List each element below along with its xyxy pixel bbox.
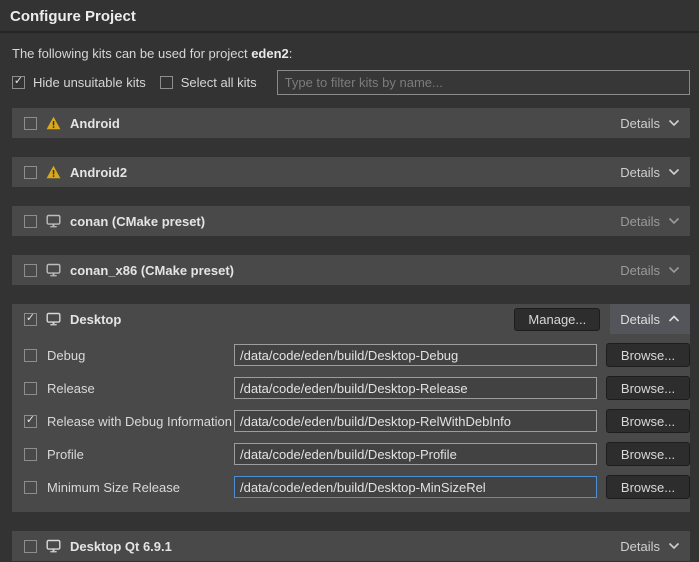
config-label: Profile [47, 447, 84, 462]
config-left: ✓ Release with Debug Information [24, 414, 234, 429]
intro-prefix: The following kits can be used for proje… [12, 46, 251, 61]
desktop-icon [46, 214, 61, 228]
kit-name: Android2 [70, 165, 127, 180]
build-dir-input-profile[interactable] [234, 443, 597, 465]
details-label: Details [620, 263, 660, 278]
config-row-release: Release Browse... [24, 376, 690, 400]
config-row-relwithdebinfo: ✓ Release with Debug Information Browse.… [24, 409, 690, 433]
chevron-down-icon [668, 542, 680, 550]
details-toggle[interactable]: Details [610, 531, 690, 561]
intro-suffix: : [289, 46, 293, 61]
config-label: Minimum Size Release [47, 480, 180, 495]
header: Configure Project [0, 0, 699, 33]
kit-row-desktop-qt[interactable]: Desktop Qt 6.9.1 Details [12, 531, 690, 561]
kit-header: conan (CMake preset) Details [12, 206, 690, 236]
select-all-checkbox[interactable]: Select all kits [160, 75, 257, 90]
kit-checkbox[interactable] [24, 166, 37, 179]
kit-row-android[interactable]: Android Details [12, 108, 690, 138]
kit-name: Desktop [70, 312, 121, 327]
desktop-icon [46, 263, 61, 277]
desktop-icon [46, 539, 61, 553]
browse-button-debug[interactable]: Browse... [606, 343, 690, 367]
kit-toolbar: ✓ Hide unsuitable kits Select all kits [12, 70, 690, 95]
check-icon: ✓ [26, 313, 35, 324]
page-title: Configure Project [10, 8, 689, 25]
browse-button-profile[interactable]: Browse... [606, 442, 690, 466]
build-dir-input-relwithdebinfo[interactable] [234, 410, 597, 432]
kit-checkbox[interactable] [24, 117, 37, 130]
kit-name: conan (CMake preset) [70, 214, 205, 229]
details-label: Details [620, 539, 660, 554]
select-all-label: Select all kits [181, 75, 257, 90]
kit-row-conan[interactable]: conan (CMake preset) Details [12, 206, 690, 236]
check-icon: ✓ [26, 415, 35, 426]
config-checkbox[interactable]: ✓ [24, 415, 37, 428]
config-checkbox[interactable] [24, 448, 37, 461]
details-toggle[interactable]: Details [610, 255, 690, 285]
project-name: eden2 [251, 46, 289, 61]
hide-unsuitable-label: Hide unsuitable kits [33, 75, 146, 90]
details-label: Details [620, 312, 660, 327]
kit-checkbox[interactable]: ✓ [24, 313, 37, 326]
kit-name: Desktop Qt 6.9.1 [70, 539, 172, 554]
kit-name: conan_x86 (CMake preset) [70, 263, 234, 278]
details-label: Details [620, 165, 660, 180]
kit-header: conan_x86 (CMake preset) Details [12, 255, 690, 285]
config-checkbox[interactable] [24, 349, 37, 362]
checkbox-unchecked-icon [160, 76, 173, 89]
build-dir-input-release[interactable] [234, 377, 597, 399]
config-row-profile: Profile Browse... [24, 442, 690, 466]
hide-unsuitable-checkbox[interactable]: ✓ Hide unsuitable kits [12, 75, 146, 90]
config-checkbox[interactable] [24, 481, 37, 494]
details-label: Details [620, 116, 660, 131]
kit-row-desktop[interactable]: ✓ Desktop Manage... Details [12, 304, 690, 334]
chevron-down-icon [668, 119, 680, 127]
desktop-icon [46, 312, 61, 326]
chevron-up-icon [668, 315, 680, 323]
chevron-down-icon [668, 168, 680, 176]
kit-header: Android2 Details [12, 157, 690, 187]
kit-header: Desktop Qt 6.9.1 Details [12, 531, 690, 561]
details-toggle[interactable]: Details [610, 304, 690, 334]
configure-project-panel: Configure Project The following kits can… [0, 0, 699, 562]
details-toggle[interactable]: Details [610, 157, 690, 187]
kit-section-desktop: ✓ Desktop Manage... Details Debug Browse… [12, 304, 690, 512]
config-row-debug: Debug Browse... [24, 343, 690, 367]
kit-checkbox[interactable] [24, 264, 37, 277]
config-row-minsizerel: Minimum Size Release Browse... [24, 475, 690, 499]
config-checkbox[interactable] [24, 382, 37, 395]
details-label: Details [620, 214, 660, 229]
kit-name: Android [70, 116, 120, 131]
browse-button-relwithdebinfo[interactable]: Browse... [606, 409, 690, 433]
config-label: Debug [47, 348, 85, 363]
config-left: Profile [24, 447, 234, 462]
browse-button-release[interactable]: Browse... [606, 376, 690, 400]
config-left: Release [24, 381, 234, 396]
chevron-down-icon [668, 217, 680, 225]
kit-checkbox[interactable] [24, 540, 37, 553]
check-icon: ✓ [14, 76, 23, 87]
manage-kits-button[interactable]: Manage... [514, 308, 600, 331]
kit-filter-input[interactable] [277, 70, 690, 95]
checkbox-checked-icon: ✓ [12, 76, 25, 89]
kit-header: Android Details [12, 108, 690, 138]
details-toggle[interactable]: Details [610, 206, 690, 236]
warning-icon [46, 165, 61, 179]
kit-row-android2[interactable]: Android2 Details [12, 157, 690, 187]
details-toggle[interactable]: Details [610, 108, 690, 138]
build-dir-input-debug[interactable] [234, 344, 597, 366]
config-left: Debug [24, 348, 234, 363]
build-dir-input-minsizerel[interactable] [234, 476, 597, 498]
config-left: Minimum Size Release [24, 480, 234, 495]
kit-checkbox[interactable] [24, 215, 37, 228]
build-config-list: Debug Browse... Release Browse... ✓ Rele… [12, 334, 690, 512]
config-label: Release [47, 381, 95, 396]
browse-button-minsizerel[interactable]: Browse... [606, 475, 690, 499]
chevron-down-icon [668, 266, 680, 274]
kit-row-conan-x86[interactable]: conan_x86 (CMake preset) Details [12, 255, 690, 285]
warning-icon [46, 116, 61, 130]
intro-text: The following kits can be used for proje… [12, 46, 687, 61]
config-label: Release with Debug Information [47, 414, 232, 429]
